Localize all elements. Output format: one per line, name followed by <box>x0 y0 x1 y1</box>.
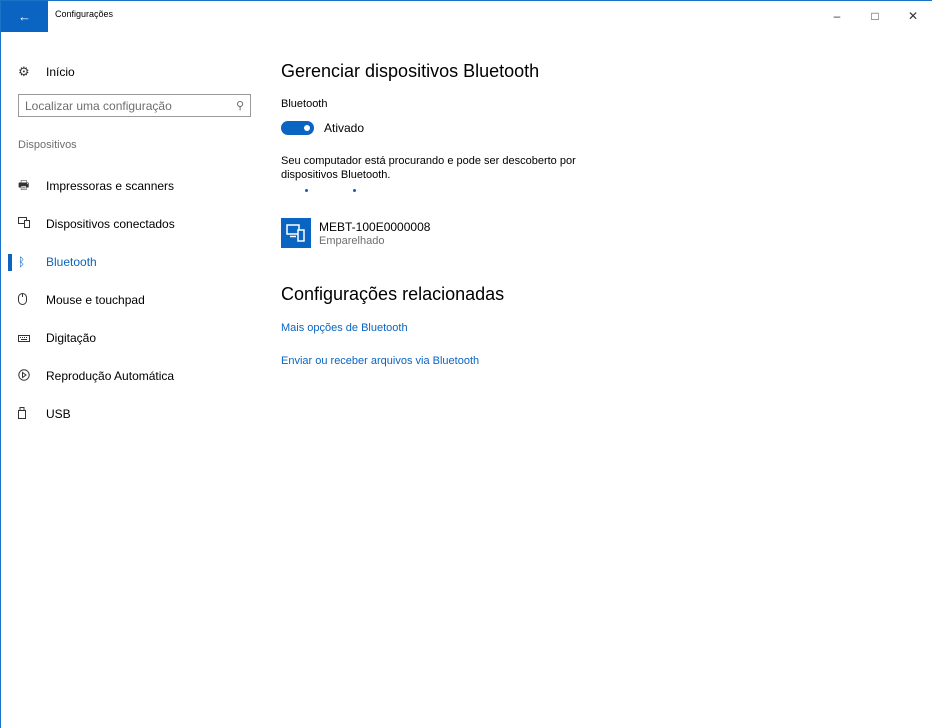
bluetooth-toggle[interactable] <box>281 121 314 135</box>
sidebar-item-connected-devices[interactable]: Dispositivos conectados <box>1 212 266 236</box>
sidebar-item-printers[interactable]: 🖶 Impressoras e scanners <box>1 174 266 198</box>
sidebar-item-mouse[interactable]: Mouse e touchpad <box>1 288 266 312</box>
settings-window: ← Configurações – □ ✕ ⚙ Início Localizar… <box>0 0 932 728</box>
sidebar-item-label: Mouse e touchpad <box>46 293 145 307</box>
bluetooth-toggle-row: Ativado <box>281 121 364 135</box>
sidebar-item-label: Reprodução Automática <box>46 369 175 383</box>
sidebar-item-label: USB <box>46 407 71 421</box>
sidebar-item-label: Dispositivos conectados <box>46 217 175 231</box>
sidebar-item-bluetooth[interactable]: ᛒ Bluetooth <box>1 250 266 274</box>
selection-indicator <box>8 253 12 271</box>
more-bluetooth-options-link[interactable]: Mais opções de Bluetooth <box>281 322 408 334</box>
sidebar-item-autoplay[interactable]: Reprodução Automática <box>1 364 266 388</box>
back-button[interactable]: ← <box>1 1 48 32</box>
devices-icon <box>18 217 46 231</box>
sidebar-item-typing[interactable]: Digitação <box>1 326 266 350</box>
progress-dot <box>305 189 308 192</box>
maximize-button[interactable]: □ <box>856 1 894 31</box>
sidebar-item-usb[interactable]: USB <box>1 402 266 426</box>
device-status: Emparelhado <box>319 234 385 247</box>
paired-device[interactable]: MEBT-100E0000008 Emparelhado <box>281 218 430 248</box>
keyboard-icon <box>18 331 46 345</box>
sidebar-item-label: Impressoras e scanners <box>46 179 175 193</box>
mouse-icon <box>18 292 46 308</box>
related-settings-title: Configurações relacionadas <box>281 284 505 304</box>
page-title: Gerenciar dispositivos Bluetooth <box>281 61 540 81</box>
toggle-knob <box>304 125 310 131</box>
usb-icon <box>18 406 46 422</box>
title-bar: ← Configurações – □ ✕ <box>1 1 932 32</box>
toggle-state-label: Ativado <box>324 121 365 135</box>
search-placeholder: Localizar uma configuração <box>25 98 172 113</box>
gear-icon: ⚙ <box>18 64 30 79</box>
home-label: Início <box>46 65 75 79</box>
sidebar-item-label: Digitação <box>46 331 97 345</box>
arrow-left-icon: ← <box>18 9 31 24</box>
minimize-button[interactable]: – <box>818 1 856 31</box>
send-receive-files-link[interactable]: Enviar ou receber arquivos via Bluetooth <box>281 355 479 367</box>
autoplay-icon <box>18 368 46 384</box>
printer-icon: 🖶 <box>18 177 30 192</box>
search-icon[interactable]: ⚲ <box>236 99 244 112</box>
discovery-description: Seu computador está procurando e pode se… <box>281 155 576 181</box>
bluetooth-label: Bluetooth <box>281 98 328 110</box>
window-title: Configurações <box>55 9 114 19</box>
progress-dot <box>353 189 356 192</box>
progress-dots <box>305 189 365 193</box>
section-label: Dispositivos <box>18 139 77 151</box>
device-icon <box>281 218 311 248</box>
sidebar-item-label: Bluetooth <box>46 255 97 269</box>
home-link[interactable]: ⚙ Início <box>18 64 75 80</box>
device-name: MEBT-100E0000008 <box>319 219 431 234</box>
sidebar: ⚙ Início Localizar uma configuração ⚲ Di… <box>1 32 266 728</box>
close-button[interactable]: ✕ <box>894 1 932 31</box>
bluetooth-icon: ᛒ <box>18 255 26 269</box>
search-input[interactable]: Localizar uma configuração ⚲ <box>18 94 251 117</box>
window-controls: – □ ✕ <box>818 1 932 31</box>
